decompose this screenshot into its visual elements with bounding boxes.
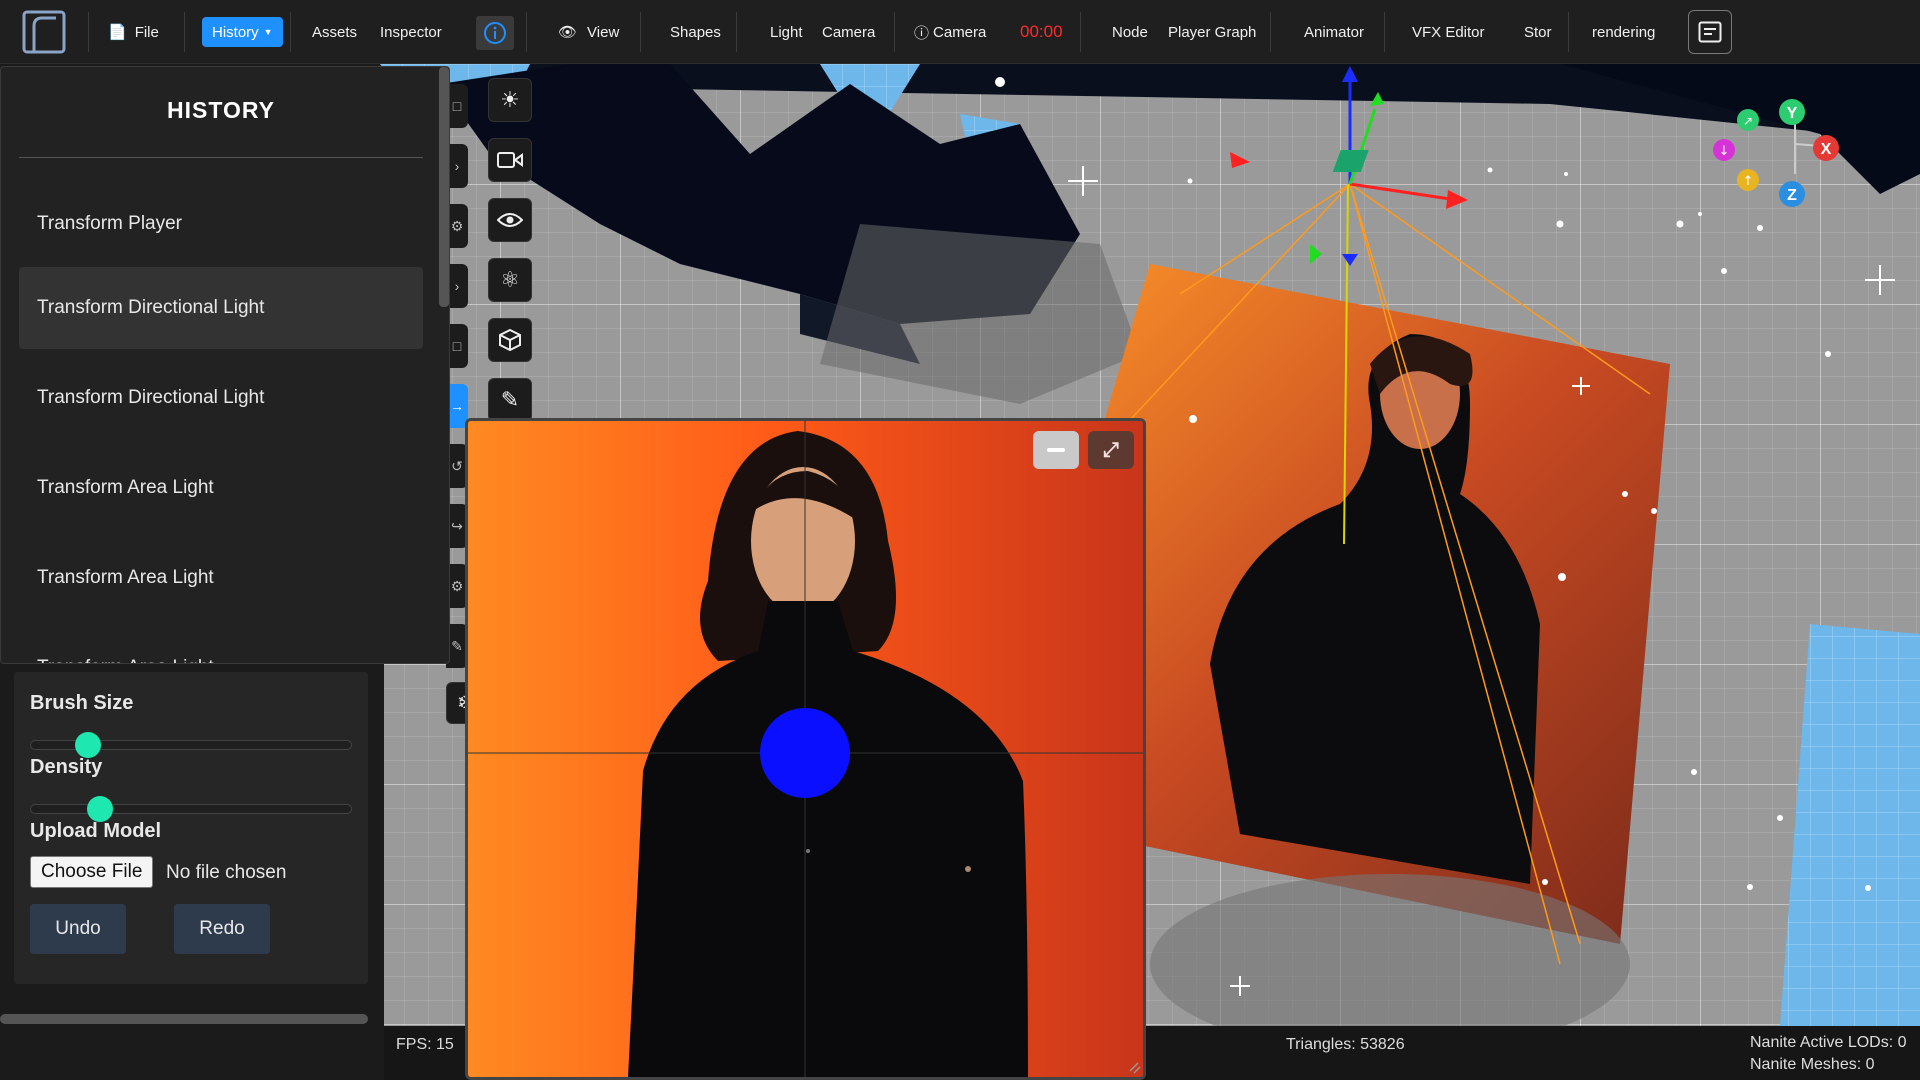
density-label: Density	[30, 756, 103, 778]
history-scrollbar[interactable]	[439, 67, 449, 307]
history-item[interactable]: Transform Area Light	[19, 537, 423, 619]
rendering-menu[interactable]: rendering	[1592, 0, 1655, 64]
history-title: HISTORY	[167, 97, 275, 123]
file-menu[interactable]: 📄 File	[108, 0, 159, 64]
info-circle-icon	[484, 22, 506, 44]
render-settings-button[interactable]	[1688, 10, 1732, 54]
history-item-selected[interactable]: Transform Directional Light	[19, 267, 423, 349]
gizmo-x-label[interactable]: X	[1821, 141, 1832, 158]
file-status-text: No file chosen	[166, 862, 287, 883]
gizmo-z-label[interactable]: Z	[1787, 187, 1797, 204]
brush-settings-panel: Brush Size Density Upload Model Choose F…	[14, 672, 368, 984]
density-thumb[interactable]	[87, 796, 114, 822]
app-logo[interactable]	[20, 0, 72, 64]
brush-size-slider[interactable]	[30, 732, 352, 758]
upload-model-label: Upload Model	[30, 820, 162, 842]
history-item[interactable]: Transform Area Light	[19, 447, 423, 529]
info-small-icon: ⓘ	[914, 24, 930, 42]
fps-readout: FPS: 15	[396, 1036, 454, 1053]
caret-down-icon: ▼	[263, 27, 273, 37]
svg-text:↑: ↑	[1743, 174, 1754, 189]
node-menu[interactable]: Node	[1112, 0, 1148, 64]
assets-menu[interactable]: Assets	[312, 0, 357, 64]
sun-icon[interactable]: ☀	[488, 78, 532, 122]
expand-arrows-icon: ⤢	[1103, 438, 1119, 461]
minus-icon	[1047, 448, 1065, 452]
camera-info[interactable]: ⓘ Camera	[914, 0, 986, 64]
svg-text:↓: ↓	[1719, 144, 1730, 159]
expand-button[interactable]: ⤢	[1088, 431, 1134, 469]
camera-menu[interactable]: Camera	[822, 0, 875, 64]
cube-icon[interactable]	[488, 318, 532, 362]
info-button[interactable]	[476, 16, 514, 50]
redo-button[interactable]: Redo	[174, 904, 270, 954]
file-icon: 📄	[108, 24, 127, 41]
history-panel: HISTORY Transform Player Transform Direc…	[0, 66, 450, 664]
history-item[interactable]: Transform Directional Light	[19, 357, 423, 439]
gizmo-y-label[interactable]: Y	[1787, 105, 1798, 122]
recording-timer: 00:00	[1020, 22, 1063, 41]
panel-list-icon	[1698, 21, 1722, 43]
history-item[interactable]: Transform Player	[19, 183, 423, 265]
left-panel-scrollbar[interactable]	[0, 1014, 368, 1024]
choose-file-button[interactable]: Choose File	[30, 856, 154, 888]
undo-button[interactable]: Undo	[30, 904, 126, 954]
camera-preview-image	[468, 421, 1143, 1077]
atom-icon[interactable]: ⚛	[488, 258, 532, 302]
nanite-meshes: Nanite Meshes: 0	[1750, 1056, 1875, 1073]
player-graph-menu[interactable]: Player Graph	[1168, 0, 1256, 64]
minimize-button[interactable]	[1033, 431, 1079, 469]
density-slider[interactable]	[30, 796, 352, 822]
eye-icon[interactable]	[488, 198, 532, 242]
nanite-lods: Nanite Active LODs: 0	[1750, 1034, 1907, 1051]
shapes-menu[interactable]: Shapes	[670, 0, 721, 64]
eye-icon: 👁	[558, 24, 578, 41]
view-menu[interactable]: 👁 View	[558, 0, 619, 64]
brush-size-thumb[interactable]	[75, 732, 102, 758]
store-menu[interactable]: Stor	[1524, 0, 1552, 64]
svg-text:↗: ↗	[1743, 114, 1753, 128]
inspector-menu[interactable]: Inspector	[380, 0, 442, 64]
animator-menu[interactable]: Animator	[1304, 0, 1364, 64]
triangle-count: Triangles: 53826	[1286, 1036, 1405, 1053]
history-item[interactable]: Transform Area Light	[19, 627, 423, 663]
video-camera-icon[interactable]	[488, 138, 532, 182]
camera-preview-window[interactable]: ⤢	[465, 418, 1146, 1080]
vfx-editor-menu[interactable]: VFX Editor	[1412, 0, 1485, 64]
divider	[19, 157, 423, 158]
light-menu[interactable]: Light	[770, 0, 803, 64]
history-menu-button[interactable]: History ▼	[202, 17, 283, 47]
brush-size-label: Brush Size	[30, 692, 134, 714]
pen-tool-icon[interactable]: ✎	[488, 378, 532, 422]
top-toolbar: 📄 File History ▼ Assets Inspector 👁 View…	[0, 0, 1920, 64]
